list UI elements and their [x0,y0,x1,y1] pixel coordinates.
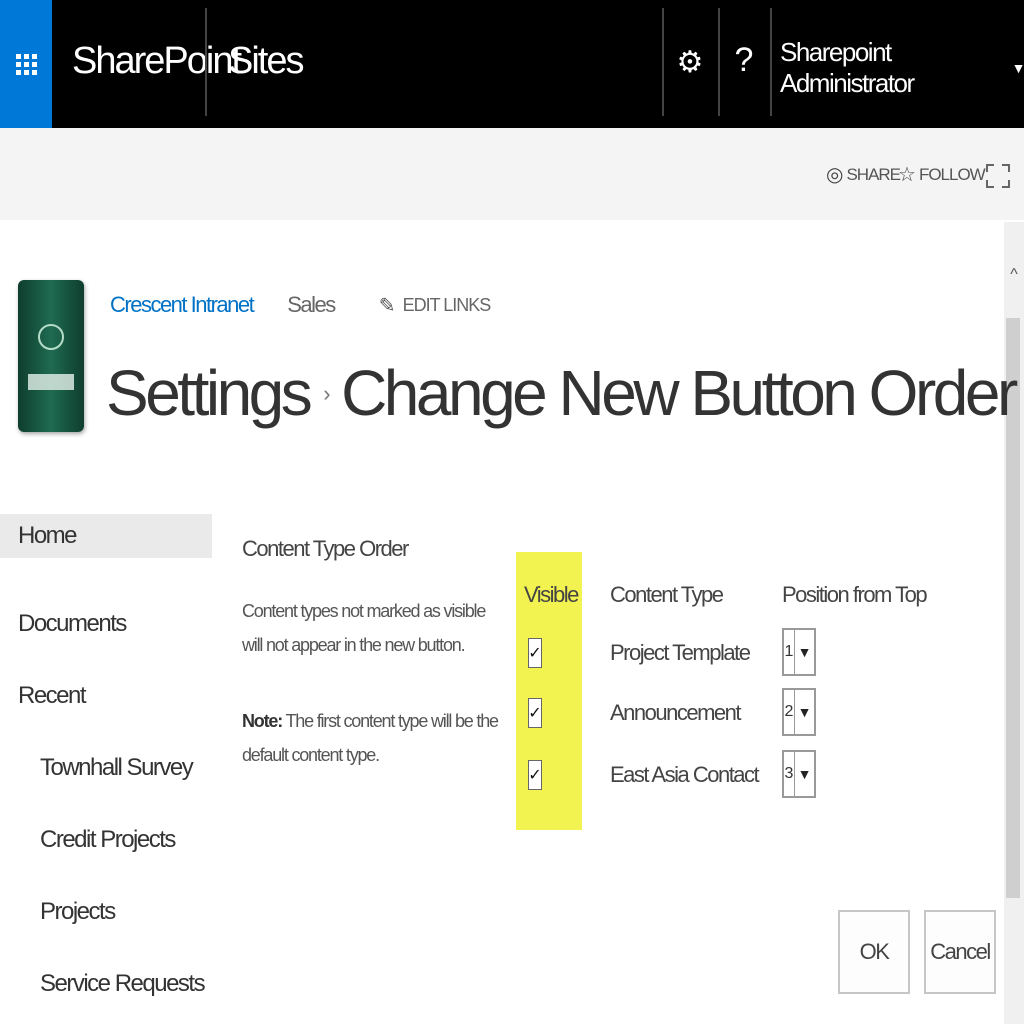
suite-divider [718,8,720,116]
nav-item-projects[interactable]: Projects [40,890,116,934]
page-subtitle: Change New Button Order [341,357,1018,429]
visible-checkbox[interactable]: ✓ [528,698,542,728]
nav-item-townhall-survey[interactable]: Townhall Survey [40,746,194,790]
suite-divider [662,8,664,116]
breadcrumb-subsite-link[interactable]: Sales [287,292,336,318]
nav-item-label: Service Requests [40,970,206,997]
follow-star-icon: ☆ [898,164,916,186]
follow-button[interactable]: ☆ FOLLOW [898,162,986,187]
content-type-column-header: Content Type [610,582,724,607]
content-type-name: Project Template [610,640,751,665]
position-select[interactable]: 2 ▼ [782,688,816,736]
suite-divider [770,8,772,116]
cancel-button[interactable]: Cancel [924,910,996,994]
position-column-header: Position from Top [782,582,928,607]
sites-link[interactable]: Sites [228,40,304,83]
settings-gear-icon[interactable]: ⚙ [672,40,708,84]
nav-item-credit-projects[interactable]: Credit Projects [40,818,176,862]
position-value: 3 [784,765,794,782]
share-button[interactable]: ◎ SHARE [826,162,901,187]
share-icon: ◎ [826,164,843,186]
nav-item-documents[interactable]: Documents [18,602,127,646]
sharepoint-page: SharePoint Sites ⚙ ? Sharepoint Administ… [0,0,1024,1024]
follow-label: FOLLOW [918,164,986,184]
site-logo[interactable] [18,280,84,432]
visible-checkbox[interactable]: ✓ [528,760,542,790]
nav-item-service-requests[interactable]: Service Requests [40,962,206,1006]
position-select[interactable]: 1 ▼ [782,628,816,676]
section-note: Note: The first content type will be the… [242,704,502,772]
content-type-name: East Asia Contact [610,762,760,787]
user-name: Sharepoint Administrator [780,37,915,98]
chevron-down-icon: ▼ [1011,60,1024,76]
visible-column-header: Visible [524,582,579,607]
content-type-name: Announcement [610,700,742,725]
chevron-down-icon: ▼ [794,630,814,674]
edit-links-label: EDIT LINKS [402,294,492,315]
help-icon[interactable]: ? [728,38,760,82]
section-description: Content types not marked as visible will… [242,601,486,655]
app-launcher-icon [15,53,37,75]
ok-button[interactable]: OK [838,910,910,994]
visible-checkbox[interactable]: ✓ [528,638,542,668]
note-label: Note: [242,711,283,731]
app-launcher-button[interactable] [0,0,52,128]
suite-divider [205,8,207,116]
chevron-down-icon: ▼ [794,690,814,734]
focus-mode-icon[interactable] [986,164,1010,188]
nav-item-home[interactable]: Home [0,514,212,558]
position-value: 2 [784,703,794,720]
user-menu[interactable]: Sharepoint Administrator ▼ [780,37,1024,98]
chevron-down-icon: ▼ [794,752,814,796]
position-value: 1 [784,643,794,660]
logo-badge [38,324,64,350]
position-select[interactable]: 3 ▼ [782,750,816,798]
breadcrumb-site-link[interactable]: Crescent Intranet [110,292,255,318]
nav-item-label: Home [18,522,78,549]
page-title-settings-link[interactable]: Settings [106,356,313,430]
nav-item-label: Townhall Survey [40,754,194,781]
logo-band [28,374,74,390]
sharepoint-brand[interactable]: SharePoint [72,40,242,83]
suite-bar: SharePoint Sites ⚙ ? Sharepoint Administ… [0,0,1024,128]
breadcrumb: Crescent Intranet Sales ✎ EDIT LINKS [110,290,492,320]
nav-item-label: Credit Projects [40,826,176,853]
nav-item-label: Documents [18,610,127,637]
scroll-up-icon[interactable]: ^ [1004,266,1024,288]
nav-item-label: Projects [40,898,116,925]
nav-item-label: Recent [18,682,87,709]
section-title: Content Type Order [242,536,409,561]
pencil-icon: ✎ [378,294,396,317]
title-separator: › [323,381,330,406]
page-title: Settings › Change New Button Order ⓘ [106,356,1024,436]
nav-item-recent[interactable]: Recent [18,674,87,718]
edit-links-button[interactable]: ✎ EDIT LINKS [378,293,492,318]
share-label: SHARE [846,164,901,184]
